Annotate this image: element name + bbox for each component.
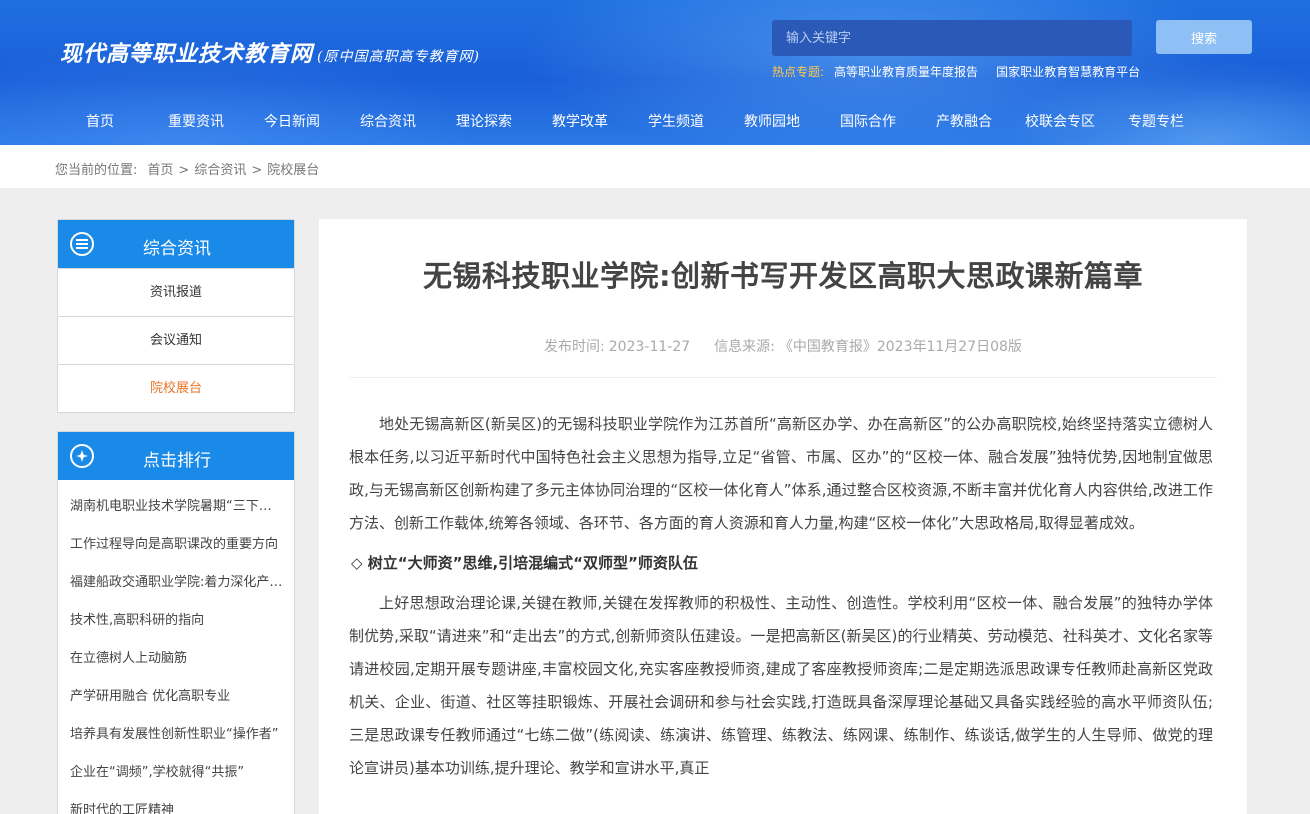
breadcrumb-school-showcase[interactable]: 院校展台 (267, 163, 319, 178)
sidebar-item-school-showcase[interactable]: 院校展台 (58, 364, 294, 412)
source-label: 信息来源: (714, 339, 775, 355)
nav-teaching-reform[interactable]: 教学改革 (532, 106, 628, 138)
logo-sub-text: (原中国高职高专教育网) (317, 49, 480, 65)
nav-students[interactable]: 学生频道 (628, 106, 724, 138)
category-panel-title: 综合资讯 (143, 239, 211, 259)
ranking-list: 湖南机电职业技术学院暑期“三下乡”社会实践 工作过程导向是高职课改的重要方向 福… (58, 480, 294, 814)
ranking-panel: 点击排行 湖南机电职业技术学院暑期“三下乡”社会实践 工作过程导向是高职课改的重… (57, 431, 295, 814)
sidebar-item-news-reports[interactable]: 资讯报道 (58, 268, 294, 316)
site-header: 现代高等职业技术教育网(原中国高职高专教育网) 搜索 热点专题: 高等职业教育质量… (0, 0, 1310, 145)
search-input[interactable] (772, 20, 1132, 56)
article-paragraph: 地处无锡高新区(新吴区)的无锡科技职业学院作为江苏首所“高新区办学、办在高新区”… (349, 415, 1213, 532)
article-divider (349, 377, 1217, 378)
nav-theory[interactable]: 理论探索 (436, 106, 532, 138)
article-source: 信息来源: 《中国教育报》2023年11月27日08版 (714, 339, 1022, 355)
breadcrumb-separator: > (251, 163, 263, 178)
hot-topics: 热点专题: 高等职业教育质量年度报告 国家职业教育智慧教育平台 (772, 63, 1140, 80)
ranking-item[interactable]: 工作过程导向是高职课改的重要方向 (58, 526, 294, 564)
article-panel: 无锡科技职业学院:创新书写开发区高职大思政课新篇章 发布时间: 2023-11-2… (319, 219, 1247, 814)
breadcrumb-general-news[interactable]: 综合资讯 (194, 163, 246, 178)
logo-main-text: 现代高等职业技术教育网 (60, 41, 314, 67)
publish-date: 发布时间: 2023-11-27 (544, 339, 690, 355)
nav-general-news[interactable]: 综合资讯 (340, 106, 436, 138)
ranking-item[interactable]: 培养具有发展性创新性职业“操作者” (58, 716, 294, 754)
hot-topics-label: 热点专题: (772, 65, 825, 79)
ranking-item[interactable]: 产学研用融合 优化高职专业 (58, 678, 294, 716)
category-panel-header: 综合资讯 (58, 220, 294, 268)
publish-label: 发布时间: (544, 339, 605, 355)
ranking-item[interactable]: 福建船政交通职业学院:着力深化产教融合 (58, 564, 294, 602)
site-logo[interactable]: 现代高等职业技术教育网 (原中国高职高专教育网) (60, 36, 480, 68)
breadcrumb-label: 您当前的位置: (55, 163, 138, 178)
publish-date-value: 2023-11-27 (608, 339, 691, 355)
nav-today-news[interactable]: 今日新闻 (244, 106, 340, 138)
source-value: 《中国教育报》2023年11月27日08版 (778, 339, 1022, 355)
nav-alliance[interactable]: 校联会专区 (1012, 106, 1108, 138)
article-paragraph: 上好思想政治理论课,关键在教师,关键在发挥教师的积极性、主动性、创造性。学校利用… (349, 594, 1213, 777)
ranking-item[interactable]: 技术性,高职科研的指向 (58, 602, 294, 640)
article-section-heading: ◇ 树立“大师资”思维,引培混编式“双师型”师资队伍 (351, 554, 698, 572)
ranking-panel-title: 点击排行 (143, 451, 211, 471)
breadcrumb-home[interactable]: 首页 (147, 163, 173, 178)
category-panel: 综合资讯 资讯报道 会议通知 院校展台 (57, 219, 295, 413)
ranking-item[interactable]: 企业在“调频”,学校就得“共振” (58, 754, 294, 792)
search-button[interactable]: 搜索 (1156, 20, 1252, 54)
nav-home[interactable]: 首页 (52, 106, 148, 138)
breadcrumb: 您当前的位置: 首页 > 综合资讯 > 院校展台 (55, 159, 319, 178)
ranking-item[interactable]: 在立德树人上动脑筋 (58, 640, 294, 678)
hot-link-quality-report[interactable]: 高等职业教育质量年度报告 (834, 65, 978, 79)
article-title: 无锡科技职业学院:创新书写开发区高职大思政课新篇章 (422, 259, 1144, 293)
sidebar-item-meeting-notices[interactable]: 会议通知 (58, 316, 294, 364)
ranking-item[interactable]: 湖南机电职业技术学院暑期“三下乡”社会实践 (58, 488, 294, 526)
nav-special-topics[interactable]: 专题专栏 (1108, 106, 1204, 138)
nav-international[interactable]: 国际合作 (820, 106, 916, 138)
ranking-panel-header: 点击排行 (58, 432, 294, 480)
nav-industry-education[interactable]: 产教融合 (916, 106, 1012, 138)
breadcrumb-separator: > (178, 163, 190, 178)
nav-teachers[interactable]: 教师园地 (724, 106, 820, 138)
nav-important-news[interactable]: 重要资讯 (148, 106, 244, 138)
breadcrumb-bar: 您当前的位置: 首页 > 综合资讯 > 院校展台 (0, 145, 1310, 188)
main-nav: 首页 重要资讯 今日新闻 综合资讯 理论探索 教学改革 学生频道 教师园地 国际… (52, 106, 1204, 138)
ranking-item[interactable]: 新时代的工匠精神 (58, 792, 294, 814)
hot-link-smart-platform[interactable]: 国家职业教育智慧教育平台 (996, 65, 1140, 79)
article-meta: 发布时间: 2023-11-27 信息来源: 《中国教育报》2023年11月27日08… (319, 336, 1247, 356)
article-body: 地处无锡高新区(新吴区)的无锡科技职业学院作为江苏首所“高新区办学、办在高新区”… (349, 408, 1213, 785)
